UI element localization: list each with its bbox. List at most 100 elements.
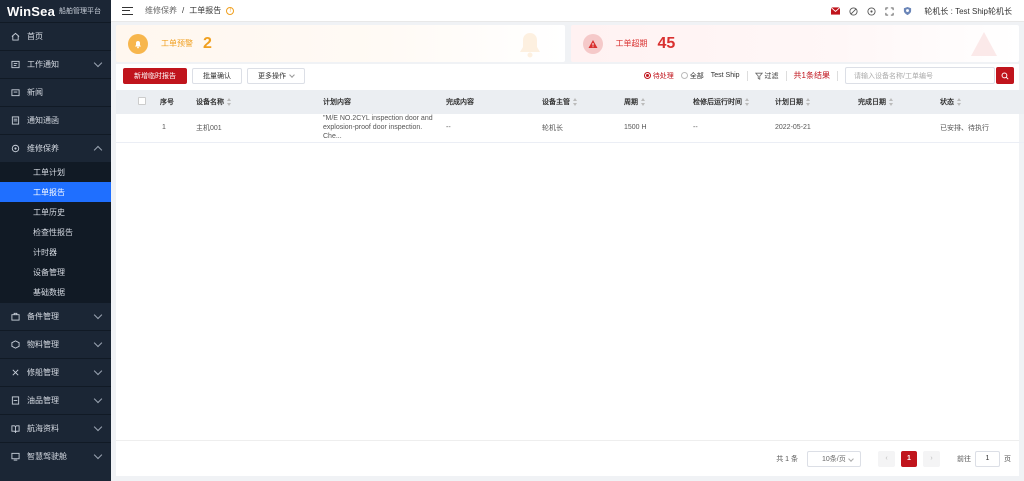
chevron-down-icon — [93, 338, 103, 348]
next-page-button[interactable]: › — [923, 450, 940, 467]
app-logo[interactable]: WinSea 船舶管理平台 — [0, 0, 111, 22]
sort-icon[interactable] — [573, 98, 578, 107]
main-content: 工单预警 2 工单超期 45 新增临时报告 批量确认 更多操作 待处理 全部 T… — [116, 25, 1024, 476]
result-count: 共1条结果 — [793, 71, 830, 80]
cell-runtime: -- — [693, 124, 698, 132]
sidebar-item-news[interactable]: 新闻 — [0, 78, 111, 106]
language-icon[interactable] — [867, 6, 876, 16]
col-owner[interactable]: 设备主管 — [536, 90, 618, 114]
divider — [785, 70, 787, 81]
chevron-down-icon — [289, 71, 295, 78]
work-order-overdue-card[interactable]: 工单超期 45 — [570, 25, 1019, 62]
cell-device: 主机001 — [196, 124, 222, 132]
radio-pending[interactable]: 待处理 — [643, 71, 674, 81]
sidebar-item-label: 油品管理 — [27, 396, 59, 405]
cell-index: 1 — [162, 124, 166, 132]
col-done: 完成内容 — [446, 99, 474, 106]
goto-page: 前往 1 页 — [957, 450, 1011, 467]
sidebar-item-work-notice[interactable]: 工作通知 — [0, 50, 111, 78]
submenu-item-work-order-history[interactable]: 工单历史 — [0, 202, 111, 222]
new-temp-report-button[interactable]: 新增临时报告 — [123, 67, 187, 84]
breadcrumb-parent[interactable]: 维修保养 — [145, 5, 177, 16]
sidebar-item-oil[interactable]: 油品管理 — [0, 386, 111, 414]
table-row[interactable]: 1 主机001 "M/E NO.2CYL inspection door and… — [116, 114, 1024, 142]
cell-owner: 轮机长 — [542, 124, 563, 132]
sidebar-item-label: 物料管理 — [27, 340, 59, 349]
sidebar-item-circulars[interactable]: 通知通函 — [0, 106, 111, 134]
compass-icon[interactable] — [849, 6, 858, 16]
filter-bar: 待处理 全部 Test Ship 过滤 共1条结果 请输入设备名称/工单编号 — [643, 66, 1014, 85]
sort-icon[interactable] — [957, 98, 962, 107]
sidebar-item-nautical[interactable]: 航海资料 — [0, 414, 111, 442]
select-all-checkbox[interactable] — [138, 97, 146, 105]
fullscreen-icon[interactable] — [885, 6, 894, 16]
radio-all[interactable]: 全部 — [680, 71, 704, 81]
submenu-item-base-data[interactable]: 基础数据 — [0, 282, 111, 302]
sidebar-item-label: 维修保养 — [27, 144, 59, 153]
submenu-item-timer[interactable]: 计时器 — [0, 242, 111, 262]
page-size-select[interactable]: 10条/页 — [807, 450, 861, 467]
goto-page-input[interactable]: 1 — [975, 450, 1000, 467]
chevron-down-icon — [93, 422, 103, 432]
sort-icon[interactable] — [641, 98, 646, 107]
col-device[interactable]: 设备名称 — [190, 90, 317, 114]
circular-icon — [10, 116, 20, 126]
warning-triangle-icon — [582, 33, 603, 54]
menu-toggle-icon[interactable] — [122, 6, 133, 15]
sort-icon[interactable] — [889, 98, 894, 107]
news-icon — [10, 88, 20, 98]
info-icon[interactable]: ! — [226, 6, 235, 15]
sort-icon[interactable] — [745, 98, 750, 107]
radio-dot-icon — [643, 72, 651, 79]
sidebar-item-home[interactable]: 首页 — [0, 22, 111, 50]
chevron-down-icon — [93, 58, 103, 68]
submenu-item-work-order-plan[interactable]: 工单计划 — [0, 162, 111, 182]
sidebar-item-spare-parts[interactable]: 备件管理 — [0, 302, 111, 330]
ship-selector[interactable]: Test Ship — [711, 72, 740, 79]
sidebar-item-label: 通知通函 — [27, 116, 59, 125]
pagination: 共 1 条 10条/页 ‹ 1 › 前往 1 页 — [116, 440, 1019, 476]
report-panel: 新增临时报告 批量确认 更多操作 待处理 全部 Test Ship 过滤 共1条… — [116, 64, 1024, 476]
col-done-date[interactable]: 完成日期 — [852, 90, 934, 114]
submenu-item-inspection-report[interactable]: 检查性报告 — [0, 222, 111, 242]
filter-icon — [754, 72, 763, 80]
more-actions-button[interactable]: 更多操作 — [247, 67, 305, 84]
divider — [837, 70, 838, 81]
sidebar-item-label: 新闻 — [27, 88, 43, 97]
prev-page-button[interactable]: ‹ — [878, 450, 895, 467]
col-plan: 计划内容 — [323, 99, 351, 106]
more-actions-label: 更多操作 — [258, 72, 286, 80]
user-name[interactable]: 轮机长 : Test Ship轮机长 — [924, 6, 1012, 17]
chevron-down-icon — [93, 394, 103, 404]
sidebar-item-label: 工作通知 — [27, 60, 59, 69]
col-status[interactable]: 状态 — [934, 90, 1024, 114]
page-number-current[interactable]: 1 — [901, 450, 917, 467]
sidebar-item-maintenance[interactable]: 维修保养 — [0, 134, 111, 162]
sidebar-item-materials[interactable]: 物料管理 — [0, 330, 111, 358]
sort-icon[interactable] — [227, 98, 232, 107]
search-input[interactable]: 请输入设备名称/工单编号 — [845, 67, 995, 84]
cell-done-date — [852, 114, 934, 142]
sidebar-item-label: 航海资料 — [27, 424, 59, 433]
submenu-item-equipment[interactable]: 设备管理 — [0, 262, 111, 282]
pagination-total: 共 1 条 — [776, 455, 798, 463]
brand-name: WinSea — [7, 3, 56, 19]
search-button[interactable] — [996, 67, 1014, 84]
col-runtime[interactable]: 检修后运行时间 — [687, 90, 769, 114]
sidebar-item-label: 修船管理 — [27, 368, 59, 377]
work-order-warning-card[interactable]: 工单预警 2 — [116, 25, 565, 62]
maintenance-icon — [10, 144, 20, 154]
col-cycle[interactable]: 周期 — [618, 90, 687, 114]
mail-icon[interactable] — [831, 7, 841, 16]
sidebar-item-cockpit[interactable]: 智慧驾驶舱 — [0, 442, 111, 470]
sidebar-item-ship-repair[interactable]: 修船管理 — [0, 358, 111, 386]
sidebar-item-label: 智慧驾驶舱 — [27, 452, 67, 461]
sort-icon[interactable] — [806, 98, 811, 107]
notice-icon — [10, 60, 20, 70]
batch-confirm-button[interactable]: 批量确认 — [192, 67, 242, 84]
filter-button[interactable]: 过滤 — [754, 71, 779, 81]
avatar[interactable] — [903, 6, 912, 16]
submenu-item-work-order-report[interactable]: 工单报告 — [0, 182, 111, 202]
radio-pending-label: 待处理 — [652, 72, 674, 80]
col-plan-date[interactable]: 计划日期 — [769, 90, 852, 114]
